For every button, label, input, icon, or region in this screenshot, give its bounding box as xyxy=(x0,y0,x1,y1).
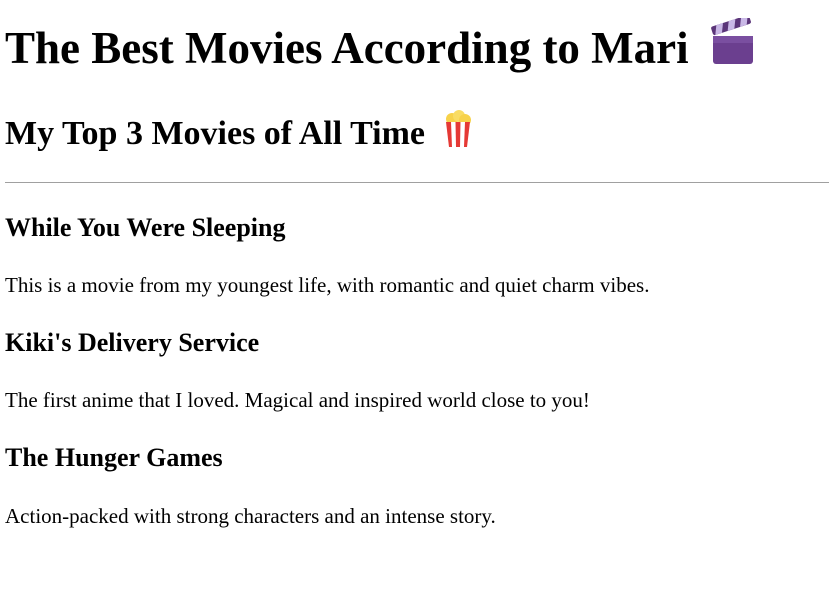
movie-title: While You Were Sleeping xyxy=(5,213,286,242)
movie-title: The Hunger Games xyxy=(5,443,223,472)
popcorn-icon xyxy=(443,110,473,158)
section-heading: My Top 3 Movies of All Time xyxy=(5,110,473,158)
page-title: The Best Movies According to Mari xyxy=(5,14,755,77)
movie-description: This is a movie from my youngest life, w… xyxy=(5,273,650,297)
page-title-text: The Best Movies According to Mari xyxy=(5,22,689,73)
movie-title: Kiki's Delivery Service xyxy=(5,328,260,357)
movie-description: Action-packed with strong characters and… xyxy=(5,504,496,528)
movie-description: The first anime that I loved. Magical an… xyxy=(5,388,590,412)
clapperboard-icon xyxy=(710,14,755,77)
divider xyxy=(5,182,829,183)
section-heading-text: My Top 3 Movies of All Time xyxy=(5,115,426,152)
